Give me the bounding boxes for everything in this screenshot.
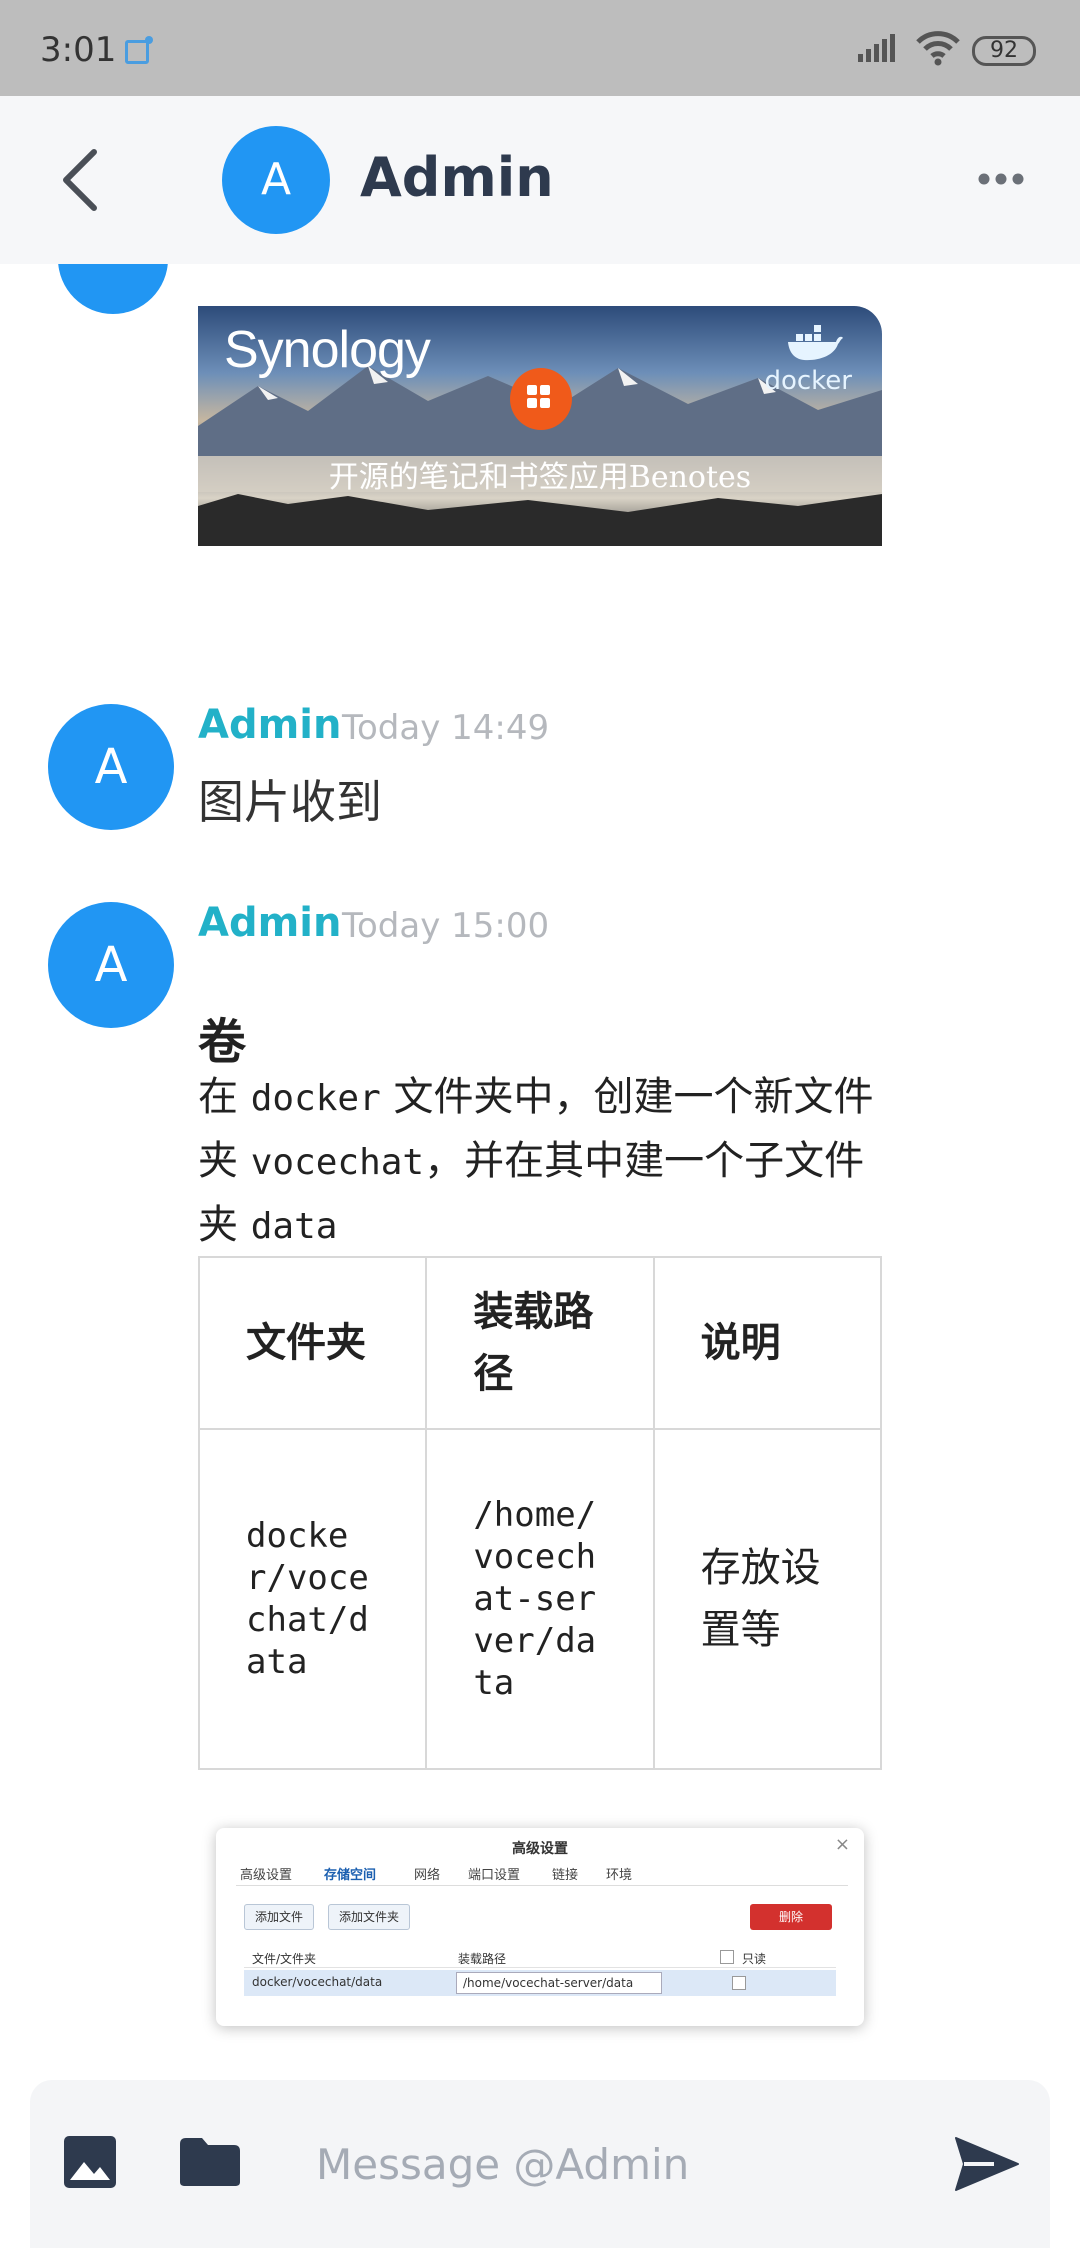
docker-logo-text: docker [764,366,852,396]
dialog-tab: 链接 [552,1868,579,1883]
message-heading: 卷 [198,1014,247,1070]
shared-image-settings-dialog[interactable]: 高级设置 × 高级设置 存储空间 网络 端口设置 链接 环境 添加文件 添加文件… [216,1828,864,2026]
synology-logo: Synology [224,321,431,379]
close-icon: × [834,1834,850,1855]
column-header: 只读 [742,1952,767,1966]
table-row: docker/vocechat/data /home/vocechat-serv… [197,1428,883,1770]
message-author[interactable]: Admin [198,900,341,946]
dialog-title: 高级设置 [512,1841,568,1857]
paragraph-text: 在 [198,1074,251,1120]
avatar[interactable]: A [48,902,174,1028]
message-composer [30,2080,1050,2248]
dialog-tab: 网络 [414,1868,441,1883]
message-text: 图片收到 [198,775,382,829]
dialog-tab: 端口设置 [468,1868,521,1883]
inline-code: docker [250,1078,381,1119]
app-grid-icon [510,368,572,430]
message-timestamp: Today 14:49 [342,708,550,748]
chat-header: A Admin [0,96,1080,264]
dialog-tab: 环境 [606,1868,633,1883]
inline-code: data [250,1206,338,1247]
delete-button: 删除 [750,1904,832,1930]
dialog-tabs: 高级设置 存储空间 网络 端口设置 链接 环境 [236,1862,848,1886]
dialog-tab: 高级设置 [240,1868,293,1883]
table-cell: /home/vocechat-server/data [425,1428,655,1770]
shared-image-banner[interactable]: Synology docker 开源的笔记和书签应用Benotes [198,306,882,546]
table-header-cell: 文件夹 [197,1256,428,1430]
folder-path: docker/vocechat/data [252,1975,383,1989]
docker-whale-icon [788,325,843,361]
chat-title[interactable]: Admin [360,146,554,209]
dialog-table-row: docker/vocechat/data /home/vocechat-serv… [244,1970,836,1996]
table-header-row: 文件夹 装载路径 说明 [197,1256,883,1430]
message-input[interactable] [316,2126,936,2202]
add-folder-button: 添加文件夹 [328,1904,411,1930]
message-author[interactable]: Admin [198,702,341,748]
back-arrow-icon[interactable] [60,148,100,212]
checkbox [720,1950,734,1964]
send-icon[interactable] [954,2136,1020,2192]
folder-icon[interactable] [178,2136,242,2188]
table-header-cell: 装载路径 [425,1256,655,1430]
signal-icon [858,34,895,62]
image-icon[interactable] [62,2134,118,2190]
avatar [58,264,168,314]
battery-indicator: 92 [972,36,1036,66]
inline-code: vocechat [250,1142,425,1183]
add-file-button: 添加文件 [244,1904,315,1930]
status-bar: 3:01 92 [0,0,1080,96]
status-time: 3:01 [40,30,117,70]
avatar[interactable]: A [48,704,174,830]
table-header-cell: 说明 [652,1256,883,1430]
message-paragraph: 在 docker 文件夹中，创建一个新文件夹 vocechat，并在其中建一个子… [198,1066,878,1258]
checkbox [732,1976,746,1990]
column-header: 文件/文件夹 [252,1952,317,1966]
dialog-table-header: 文件/文件夹 装载路径 只读 [244,1946,836,1968]
volume-table: 文件夹 装载路径 说明 docker/vocechat/data /home/v… [197,1256,883,1770]
table-cell: 存放设置等 [652,1428,883,1770]
header-avatar[interactable]: A [222,126,330,234]
mount-path-field: /home/vocechat-server/data [456,1972,662,1994]
message-list[interactable]: Synology docker 开源的笔记和书签应用Benotes A Admi… [0,264,1080,2080]
notification-icon [125,36,153,64]
message-timestamp: Today 15:00 [342,906,550,946]
table-cell: docker/vocechat/data [197,1428,428,1770]
column-header: 装载路径 [458,1952,507,1966]
more-options-icon[interactable] [978,172,1024,186]
wifi-icon [916,31,960,66]
dialog-tab: 存储空间 [324,1868,377,1883]
banner-caption: 开源的笔记和书签应用Benotes [328,460,752,495]
